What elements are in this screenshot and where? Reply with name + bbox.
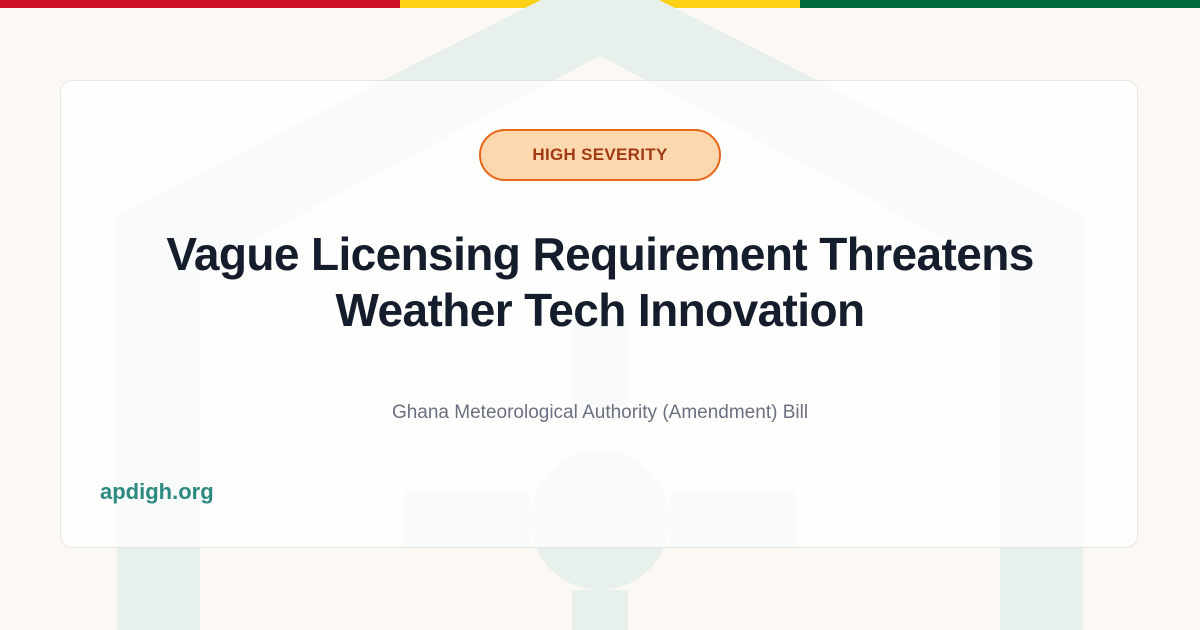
bill-name: Ghana Meteorological Authority (Amendmen… <box>391 402 809 423</box>
headline: Vague Licensing Requirement Threatens We… <box>166 228 1034 336</box>
site-url: apdigh.org <box>100 479 214 504</box>
severity-badge: HIGH SEVERITY <box>479 129 721 181</box>
